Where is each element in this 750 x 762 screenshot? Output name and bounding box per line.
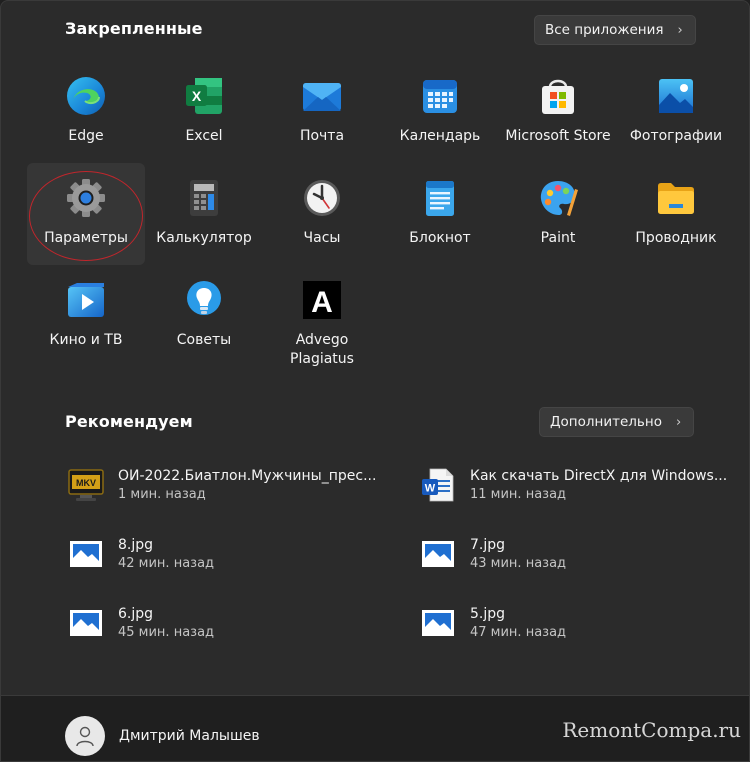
svg-text:X: X <box>192 88 202 104</box>
excel-icon: X <box>183 75 225 117</box>
item-name: ОИ-2022.Биатлон.Мужчины_прес... <box>118 467 377 484</box>
recommended-item[interactable]: 5.jpg 47 мин. назад <box>420 597 740 649</box>
app-label: Советы <box>176 332 232 348</box>
image-file-icon <box>68 536 104 572</box>
mkv-video-icon: MKV <box>68 467 104 503</box>
app-label: Excel <box>185 128 223 144</box>
movies-tv-icon <box>65 279 107 321</box>
item-time: 43 мин. назад <box>470 555 567 571</box>
more-label: Дополнительно <box>550 414 662 430</box>
app-tile-settings[interactable]: Параметры <box>27 163 145 265</box>
app-label: Paint <box>540 230 576 246</box>
image-file-icon <box>420 536 456 572</box>
photos-icon <box>655 75 697 117</box>
chevron-right-icon: › <box>677 22 683 38</box>
item-time: 45 мин. назад <box>118 624 215 640</box>
item-name: Как скачать DirectX для Windows... <box>470 467 728 484</box>
recommended-item[interactable]: MKV ОИ-2022.Биатлон.Мужчины_прес... 1 ми… <box>68 459 388 511</box>
calculator-icon <box>183 177 225 219</box>
app-label: Калькулятор <box>156 230 252 246</box>
image-file-icon <box>420 605 456 641</box>
app-label: Почта <box>299 128 345 144</box>
chevron-right-icon: › <box>675 414 682 430</box>
app-tile-calendar[interactable]: Календарь <box>381 61 499 163</box>
svg-text:MKV: MKV <box>76 478 96 488</box>
recommended-item[interactable]: W Как скачать DirectX для Windows... 11 … <box>420 459 740 511</box>
start-menu: Закрепленные Все приложения › Edge X Exc… <box>0 0 750 762</box>
app-tile-movies-tv[interactable]: Кино и ТВ <box>27 265 145 367</box>
app-tile-photos[interactable]: Фотографии <box>617 61 735 163</box>
app-tile-edge[interactable]: Edge <box>27 61 145 163</box>
app-label: Edge <box>68 128 104 144</box>
all-apps-button[interactable]: Все приложения › <box>534 15 696 45</box>
item-name: 5.jpg <box>470 605 506 622</box>
item-time: 47 мин. назад <box>470 624 567 640</box>
svg-text:A: A <box>311 286 333 319</box>
app-tile-explorer[interactable]: Проводник <box>617 163 735 265</box>
app-tile-tips[interactable]: Советы <box>145 265 263 367</box>
item-time: 42 мин. назад <box>118 555 215 571</box>
app-tile-notepad[interactable]: Блокнот <box>381 163 499 265</box>
recommended-title: Рекомендуем <box>65 412 193 431</box>
app-label: Microsoft Store <box>505 128 611 144</box>
notepad-icon <box>419 177 461 219</box>
store-icon <box>537 75 579 117</box>
recommended-item[interactable]: 6.jpg 45 мин. назад <box>68 597 388 649</box>
app-label: Advego <box>295 332 349 348</box>
app-label: Проводник <box>635 230 717 246</box>
app-tile-paint[interactable]: Paint <box>499 163 617 265</box>
app-label: Календарь <box>399 128 481 144</box>
user-name: Дмитрий Малышев <box>119 728 260 744</box>
item-name: 7.jpg <box>470 536 506 553</box>
app-tile-mail[interactable]: Почта <box>263 61 381 163</box>
mail-icon <box>301 75 343 117</box>
calendar-icon <box>419 75 461 117</box>
recommended-item[interactable]: 7.jpg 43 мин. назад <box>420 528 740 580</box>
app-tile-clock[interactable]: Часы <box>263 163 381 265</box>
svg-text:W: W <box>425 483 436 495</box>
user-avatar-icon <box>65 716 105 756</box>
app-label: Фотографии <box>629 128 723 144</box>
app-label: Блокнот <box>409 230 471 246</box>
app-tile-store[interactable]: Microsoft Store <box>499 61 617 163</box>
word-document-icon: W <box>420 467 456 503</box>
pinned-title: Закрепленные <box>65 19 203 38</box>
paint-palette-icon <box>537 177 579 219</box>
image-file-icon <box>68 605 104 641</box>
edge-icon <box>65 75 107 117</box>
all-apps-label: Все приложения <box>545 22 664 38</box>
app-tile-excel[interactable]: X Excel <box>145 61 263 163</box>
app-label: Часы <box>303 230 341 246</box>
item-name: 6.jpg <box>118 605 154 622</box>
folder-icon <box>655 177 697 219</box>
start-footer: Дмитрий Малышев RemontCompa.ru <box>1 695 749 761</box>
tips-bulb-icon <box>183 279 225 321</box>
advego-icon: A <box>301 279 343 321</box>
more-button[interactable]: Дополнительно › <box>539 407 695 437</box>
settings-gear-icon <box>65 177 107 219</box>
clock-icon <box>301 177 343 219</box>
watermark-text: RemontCompa.ru <box>562 718 741 742</box>
item-time: 11 мин. назад <box>470 486 567 502</box>
user-account-button[interactable]: Дмитрий Малышев <box>65 716 260 756</box>
item-name: 8.jpg <box>118 536 154 553</box>
app-label-line2: Plagiatus <box>290 351 354 367</box>
app-tile-advego[interactable]: A Advego Plagiatus <box>263 265 381 375</box>
recommended-item[interactable]: 8.jpg 42 мин. назад <box>68 528 388 580</box>
app-label: Параметры <box>44 230 128 246</box>
item-time: 1 мин. назад <box>118 486 206 502</box>
app-tile-calculator[interactable]: Калькулятор <box>145 163 263 265</box>
watermark: RemontCompa.ru <box>562 718 741 742</box>
app-label: Кино и ТВ <box>49 332 123 348</box>
